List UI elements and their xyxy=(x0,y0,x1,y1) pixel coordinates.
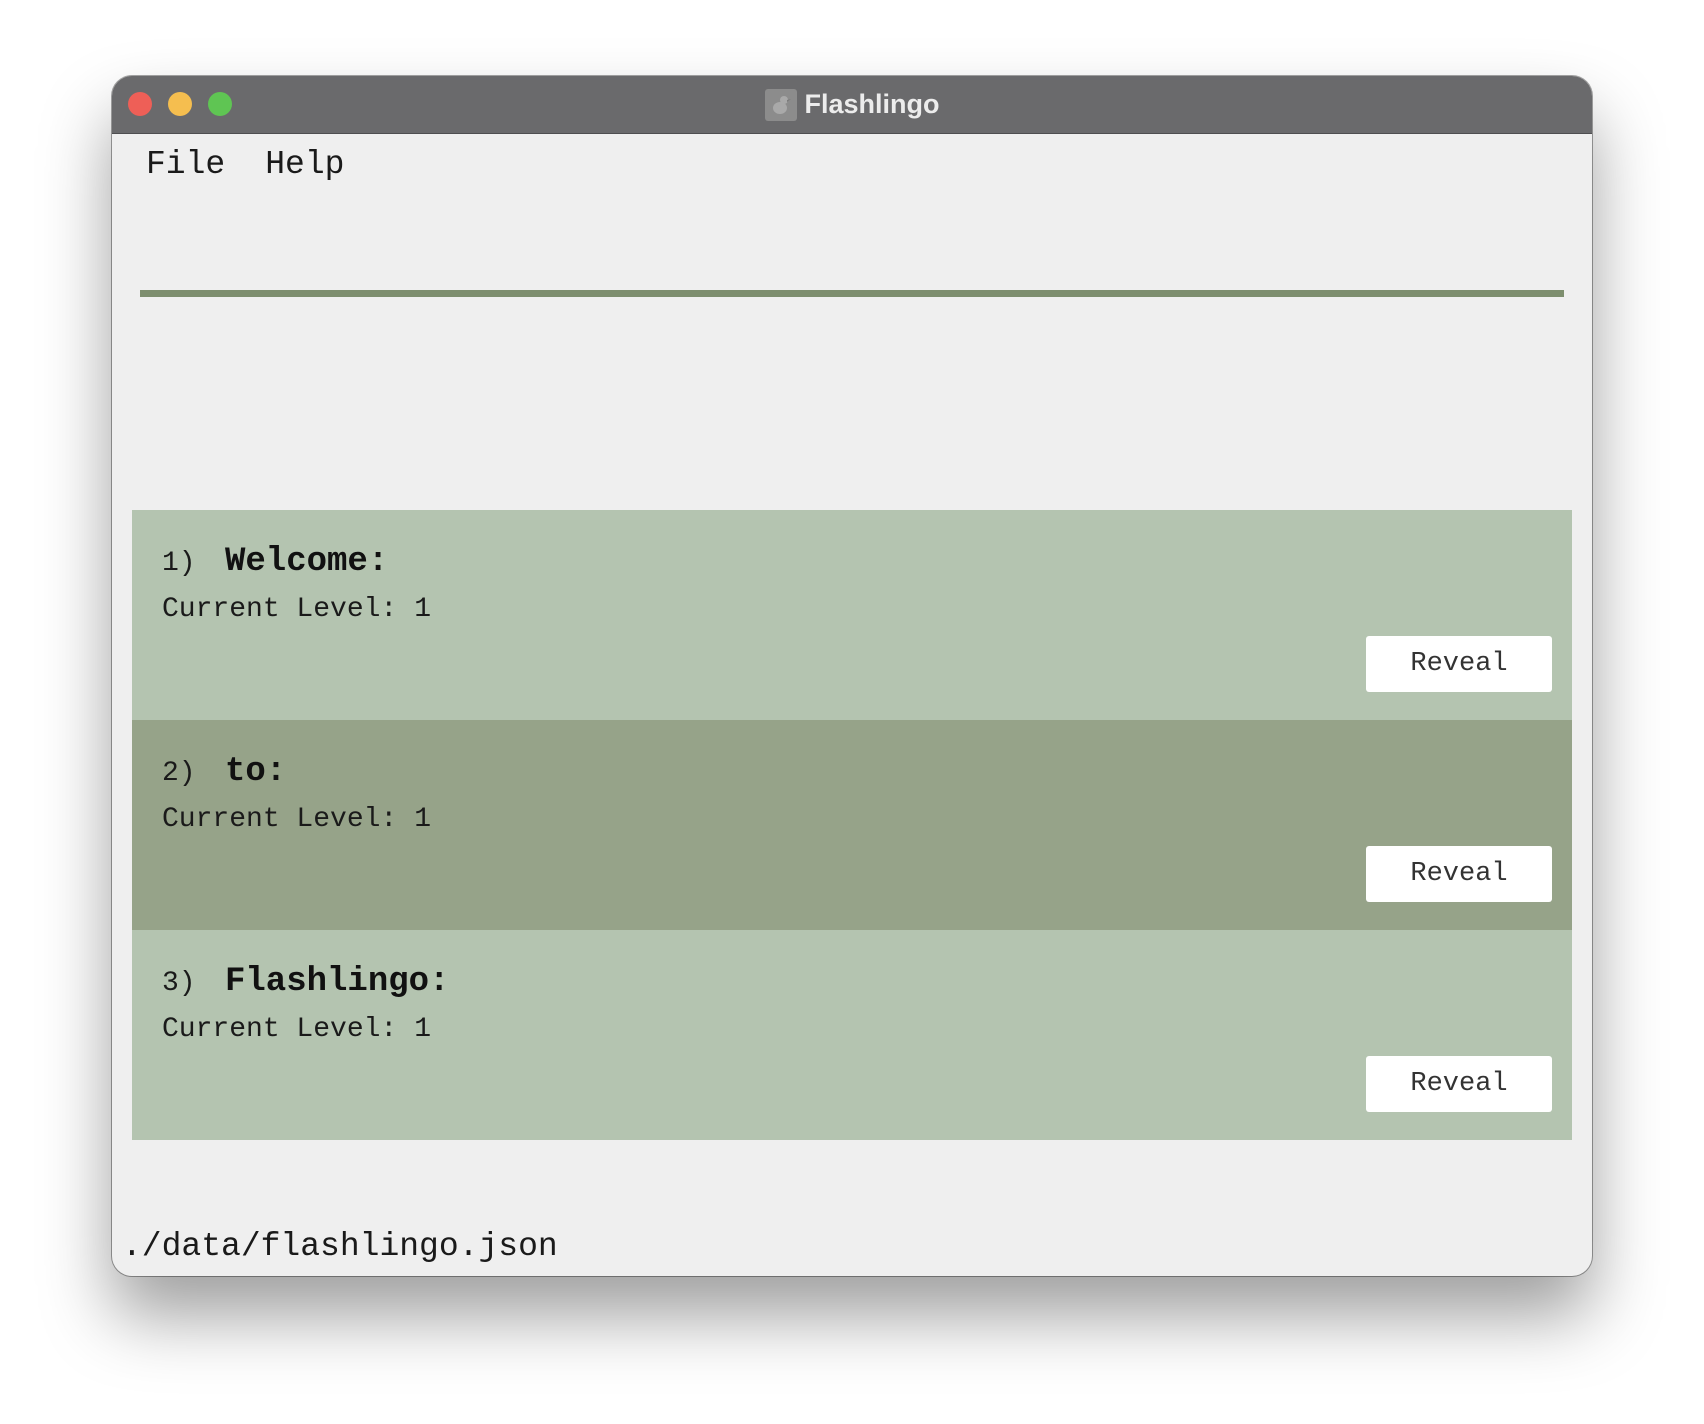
flashcard-item: 2) to: Current Level: 1 Reveal xyxy=(132,720,1572,930)
flashcard-level: Current Level: 1 xyxy=(162,1014,431,1045)
level-value: 1 xyxy=(414,594,432,625)
flashlingo-app-icon xyxy=(764,88,797,121)
flashcard-index: 2) xyxy=(162,758,196,789)
flashcard-word: Welcome: xyxy=(225,543,389,581)
level-value: 1 xyxy=(414,1014,432,1045)
command-area-divider xyxy=(140,290,1564,297)
level-label: Current Level: xyxy=(162,804,398,835)
flashcard-item: 3) Flashlingo: Current Level: 1 Reveal xyxy=(132,930,1572,1140)
level-label: Current Level: xyxy=(162,1014,398,1045)
reveal-button[interactable]: Reveal xyxy=(1366,846,1552,902)
level-label: Current Level: xyxy=(162,594,398,625)
flashcard-index: 1) xyxy=(162,548,196,579)
flashcard-level: Current Level: 1 xyxy=(162,804,431,835)
flashcard-list: 1) Welcome: Current Level: 1 Reveal 2) t… xyxy=(132,510,1572,1140)
flashcard-word: Flashlingo: xyxy=(225,963,450,1001)
flashcard-item: 1) Welcome: Current Level: 1 Reveal xyxy=(132,510,1572,720)
menu-bar: File Help xyxy=(146,140,344,189)
flashcard-word: to: xyxy=(225,753,287,791)
app-window: Flashlingo File Help 1) Welcome: Current… xyxy=(112,76,1592,1276)
window-title: Flashlingo xyxy=(804,89,940,119)
status-bar-file-path: ./data/flashlingo.json xyxy=(122,1228,558,1265)
reveal-button[interactable]: Reveal xyxy=(1366,1056,1552,1112)
window-title-group: Flashlingo xyxy=(112,76,1592,133)
flashcard-index: 3) xyxy=(162,968,196,999)
title-bar[interactable]: Flashlingo xyxy=(112,76,1592,134)
menu-help[interactable]: Help xyxy=(265,140,344,189)
reveal-button[interactable]: Reveal xyxy=(1366,636,1552,692)
level-value: 1 xyxy=(414,804,432,835)
menu-file[interactable]: File xyxy=(146,140,225,189)
flashcard-level: Current Level: 1 xyxy=(162,594,431,625)
